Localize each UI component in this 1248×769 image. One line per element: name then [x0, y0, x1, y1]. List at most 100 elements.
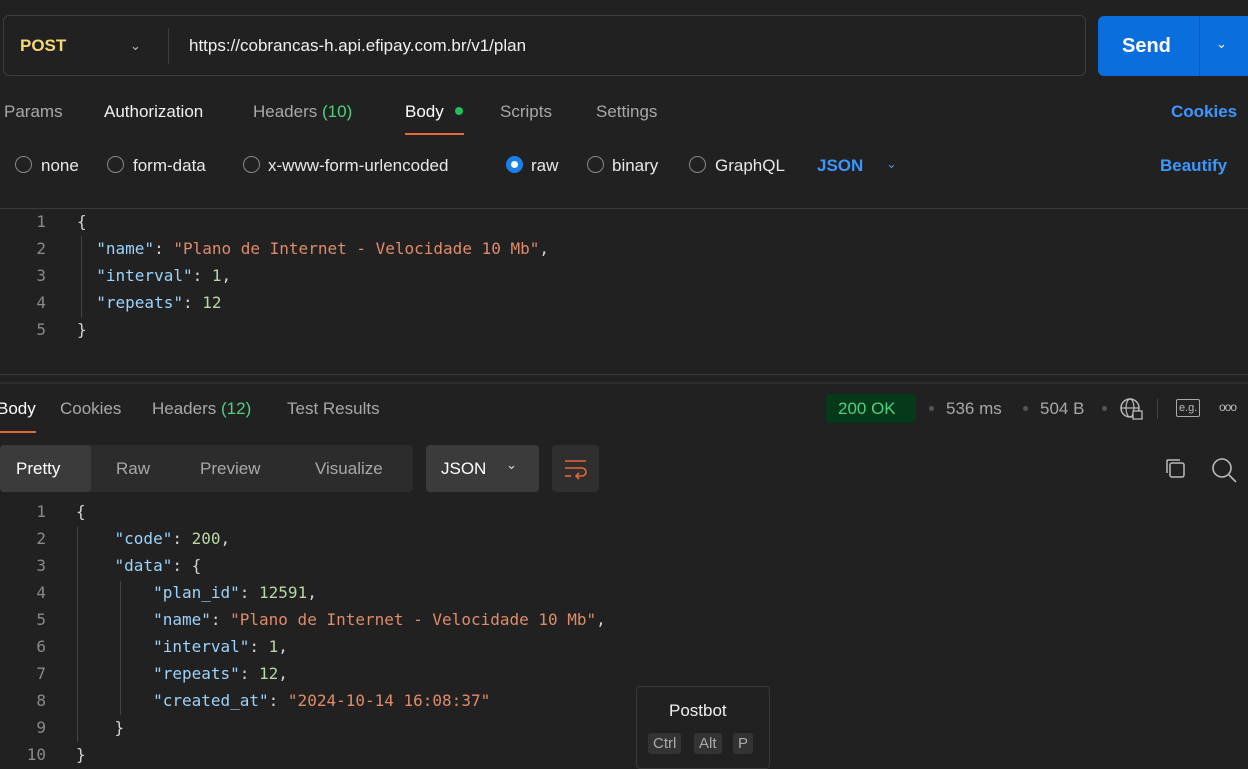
- status-badge[interactable]: 200 OK: [826, 394, 916, 423]
- json-punctuation: }: [77, 320, 87, 339]
- resp-tab-body[interactable]: Body: [0, 399, 36, 419]
- indent-guide: [120, 581, 121, 715]
- json-punctuation: :: [239, 664, 260, 683]
- radio-graphql[interactable]: [689, 156, 706, 173]
- line-number: 6: [36, 637, 46, 656]
- chevron-down-icon[interactable]: ⌄: [886, 156, 897, 172]
- json-number: 1: [211, 266, 222, 285]
- radio-none[interactable]: [15, 156, 32, 173]
- tab-headers[interactable]: Headers (10): [253, 102, 352, 122]
- json-key: "name": [153, 610, 211, 629]
- beautify-button[interactable]: Beautify: [1160, 156, 1227, 176]
- line-number: 2: [36, 239, 46, 258]
- send-options-chevron-icon[interactable]: ⌄: [1216, 36, 1227, 52]
- body-modified-dot: [455, 107, 463, 115]
- wrap-lines-button[interactable]: [552, 445, 599, 492]
- line-number: 2: [36, 529, 46, 548]
- method-label: POST: [20, 36, 67, 55]
- json-punctuation: ,: [539, 239, 550, 258]
- cookies-link[interactable]: Cookies: [1171, 102, 1237, 122]
- json-punctuation: : {: [172, 556, 202, 575]
- examples-icon[interactable]: e.g.: [1176, 399, 1201, 417]
- json-number: 200: [191, 529, 221, 548]
- radio-raw[interactable]: [506, 156, 523, 173]
- tab-settings[interactable]: Settings: [596, 102, 657, 122]
- code-line: }: [76, 718, 125, 737]
- code-line: "created_at": "2024-10-14 16:08:37": [76, 691, 490, 710]
- response-size[interactable]: 504 B: [1040, 399, 1084, 419]
- radio-label: none: [41, 156, 79, 175]
- json-punctuation: ,: [220, 529, 231, 548]
- response-time[interactable]: 536 ms: [946, 399, 1002, 419]
- radio-form-data[interactable]: [107, 156, 124, 173]
- radio-binary[interactable]: [587, 156, 604, 173]
- view-visualize[interactable]: Visualize: [315, 459, 383, 479]
- code-line: }: [76, 745, 86, 764]
- code-line: "interval": 1,: [76, 637, 288, 656]
- view-preview[interactable]: Preview: [200, 459, 260, 479]
- tab-body[interactable]: Body: [405, 102, 444, 122]
- shortcut-key: P: [733, 733, 754, 754]
- headers-count: (12): [221, 399, 252, 418]
- copy-icon[interactable]: [1163, 456, 1189, 482]
- tab-authorization[interactable]: Authorization: [104, 102, 203, 122]
- json-punctuation: ,: [278, 664, 288, 683]
- json-punctuation: [76, 529, 115, 548]
- pane-resizer[interactable]: [0, 382, 1248, 384]
- json-punctuation: :: [154, 239, 174, 258]
- json-number: 12: [259, 664, 279, 683]
- line-number: 3: [36, 556, 46, 575]
- divider: [0, 208, 1248, 209]
- divider: [1157, 399, 1158, 419]
- indent-guide: [77, 527, 78, 742]
- format-dropdown[interactable]: JSON: [817, 156, 863, 176]
- postbot-tooltip: [636, 686, 770, 769]
- divider: [168, 28, 169, 64]
- shortcut-key: Alt: [694, 733, 722, 754]
- json-punctuation: :: [192, 266, 212, 285]
- network-secure-globe-icon[interactable]: [1119, 397, 1145, 421]
- json-key: "interval": [153, 637, 250, 656]
- json-punctuation: [76, 583, 153, 602]
- json-key: "interval": [96, 266, 193, 285]
- radio-label: GraphQL: [715, 156, 785, 175]
- json-number: 12591: [259, 583, 308, 602]
- resp-tab-cookies[interactable]: Cookies: [60, 399, 121, 419]
- json-punctuation: [76, 637, 153, 656]
- postbot-title: Postbot: [669, 701, 727, 720]
- json-punctuation: [77, 239, 96, 258]
- view-pretty-label: Pretty: [16, 459, 61, 478]
- json-key: "created_at": [153, 691, 269, 710]
- separator-dot: [1102, 406, 1107, 411]
- json-key: "repeats": [96, 293, 183, 312]
- url-input[interactable]: https://cobrancas-h.api.efipay.com.br/v1…: [189, 36, 526, 56]
- chevron-down-icon: ⌄: [506, 457, 517, 472]
- radio-urlencoded[interactable]: [243, 156, 260, 173]
- json-punctuation: :: [249, 637, 269, 656]
- json-punctuation: [76, 691, 153, 710]
- search-icon[interactable]: [1210, 456, 1238, 484]
- url-bar: [3, 15, 1086, 76]
- radio-label: raw: [531, 156, 559, 175]
- resp-tab-headers[interactable]: Headers (12): [152, 399, 251, 419]
- chevron-down-icon[interactable]: ⌄: [130, 38, 141, 54]
- view-raw[interactable]: Raw: [116, 459, 150, 479]
- more-options-icon[interactable]: ooo: [1219, 400, 1237, 414]
- response-format-label: JSON: [441, 459, 487, 478]
- tab-params[interactable]: Params: [4, 102, 63, 122]
- method-select[interactable]: POST: [20, 36, 66, 56]
- code-line: "name": "Plano de Internet - Velocidade …: [77, 239, 549, 258]
- json-punctuation: [76, 610, 153, 629]
- tab-scripts[interactable]: Scripts: [500, 102, 552, 122]
- line-number: 4: [36, 583, 46, 602]
- line-number: 1: [36, 212, 46, 231]
- radio-label: binary: [612, 156, 659, 175]
- line-number: 7: [36, 664, 46, 683]
- json-punctuation: ,: [307, 583, 317, 602]
- code-line: "plan_id": 12591,: [76, 583, 317, 602]
- radio-label: x-www-form-urlencoded: [268, 156, 449, 175]
- send-label: Send: [1122, 35, 1171, 57]
- wrap-lines-icon: [565, 460, 587, 480]
- json-punctuation: [76, 664, 153, 683]
- resp-tab-tests[interactable]: Test Results: [287, 399, 380, 419]
